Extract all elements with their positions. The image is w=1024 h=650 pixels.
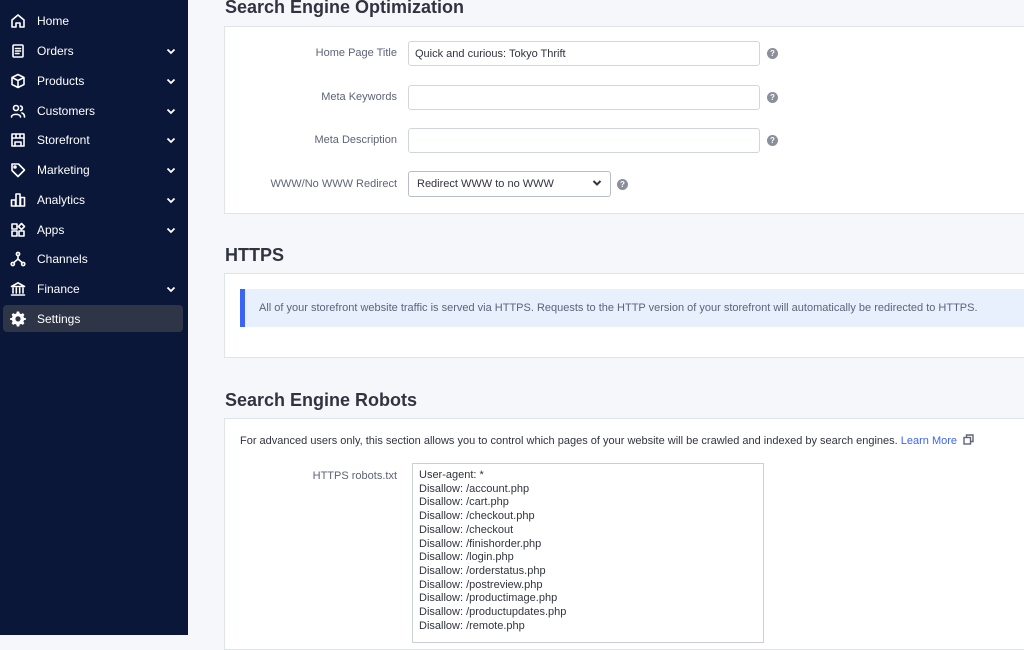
sidebar-item-label: Channels bbox=[37, 251, 88, 266]
sidebar-item-finance[interactable]: Finance bbox=[3, 275, 183, 302]
sidebar-item-label: Marketing bbox=[37, 162, 90, 177]
help-icon[interactable]: ? bbox=[767, 48, 778, 59]
chevron-down-icon[interactable] bbox=[165, 164, 177, 176]
storefront-icon bbox=[9, 131, 27, 149]
sidebar-item-label: Orders bbox=[37, 43, 74, 58]
chevron-down-icon[interactable] bbox=[165, 283, 177, 295]
sidebar-item-home[interactable]: Home bbox=[3, 7, 183, 34]
sidebar-item-label: Storefront bbox=[37, 132, 90, 147]
learn-more-link[interactable]: Learn More bbox=[901, 435, 957, 447]
sidebar-item-customers[interactable]: Customers bbox=[3, 97, 183, 124]
finance-icon bbox=[9, 280, 27, 298]
analytics-icon bbox=[9, 191, 27, 209]
https-info-message: All of your storefront website traffic i… bbox=[240, 289, 1024, 327]
sidebar-item-label: Settings bbox=[37, 311, 81, 326]
chevron-down-icon[interactable] bbox=[165, 134, 177, 146]
sidebar-item-label: Apps bbox=[37, 222, 65, 237]
orders-icon bbox=[9, 42, 27, 60]
sidebar-item-label: Analytics bbox=[37, 192, 86, 207]
https-robots-textarea[interactable]: User-agent: * Disallow: /account.php Dis… bbox=[412, 463, 764, 643]
chevron-down-icon[interactable] bbox=[165, 75, 177, 87]
products-icon bbox=[9, 72, 27, 90]
meta-keywords-input[interactable] bbox=[408, 85, 760, 110]
chevron-down-icon[interactable] bbox=[165, 224, 177, 236]
https-info-text: All of your storefront website traffic i… bbox=[259, 302, 978, 314]
customers-icon bbox=[9, 102, 27, 120]
chevron-down-icon bbox=[592, 178, 602, 191]
sidebar-item-settings[interactable]: Settings bbox=[3, 305, 183, 332]
home-page-title-label: Home Page Title bbox=[315, 47, 397, 59]
meta-description-input[interactable] bbox=[408, 128, 760, 153]
chevron-down-icon[interactable] bbox=[165, 105, 177, 117]
https-section-title: HTTPS bbox=[225, 245, 285, 265]
marketing-icon bbox=[9, 161, 27, 179]
chevron-down-icon[interactable] bbox=[165, 45, 177, 57]
robots-description: For advanced users only, this section al… bbox=[240, 434, 974, 448]
sidebar-item-orders[interactable]: Orders bbox=[3, 37, 183, 64]
sidebar-item-products[interactable]: Products bbox=[3, 67, 183, 94]
chevron-down-icon[interactable] bbox=[165, 194, 177, 206]
home-page-title-input[interactable] bbox=[408, 41, 760, 66]
sidebar-item-marketing[interactable]: Marketing bbox=[3, 156, 183, 183]
https-robots-label: HTTPS robots.txt bbox=[312, 470, 397, 482]
sidebar-item-label: Finance bbox=[37, 281, 80, 296]
apps-icon bbox=[9, 221, 27, 239]
sidebar: Home Orders Products Customers Storefron… bbox=[0, 0, 188, 635]
meta-description-label: Meta Description bbox=[314, 134, 397, 146]
robots-description-text: For advanced users only, this section al… bbox=[240, 434, 898, 447]
help-icon[interactable]: ? bbox=[767, 135, 778, 146]
www-redirect-selected-value: Redirect WWW to no WWW bbox=[417, 178, 554, 190]
sidebar-item-label: Customers bbox=[37, 103, 96, 118]
sidebar-item-label: Products bbox=[37, 73, 85, 88]
gear-icon bbox=[9, 310, 27, 328]
www-redirect-label: WWW/No WWW Redirect bbox=[270, 178, 397, 190]
help-icon[interactable]: ? bbox=[767, 92, 778, 103]
sidebar-item-channels[interactable]: Channels bbox=[3, 245, 183, 272]
external-link-icon[interactable] bbox=[963, 434, 974, 448]
sidebar-item-analytics[interactable]: Analytics bbox=[3, 186, 183, 213]
sidebar-item-label: Home bbox=[37, 13, 70, 28]
seo-section-title: Search Engine Optimization bbox=[225, 0, 465, 17]
meta-keywords-label: Meta Keywords bbox=[321, 91, 397, 103]
home-icon bbox=[9, 12, 27, 30]
robots-section-title: Search Engine Robots bbox=[225, 390, 418, 410]
channels-icon bbox=[9, 250, 27, 268]
help-icon[interactable]: ? bbox=[617, 179, 628, 190]
www-redirect-select[interactable]: Redirect WWW to no WWW bbox=[408, 171, 611, 197]
sidebar-item-storefront[interactable]: Storefront bbox=[3, 126, 183, 153]
sidebar-item-apps[interactable]: Apps bbox=[3, 216, 183, 243]
